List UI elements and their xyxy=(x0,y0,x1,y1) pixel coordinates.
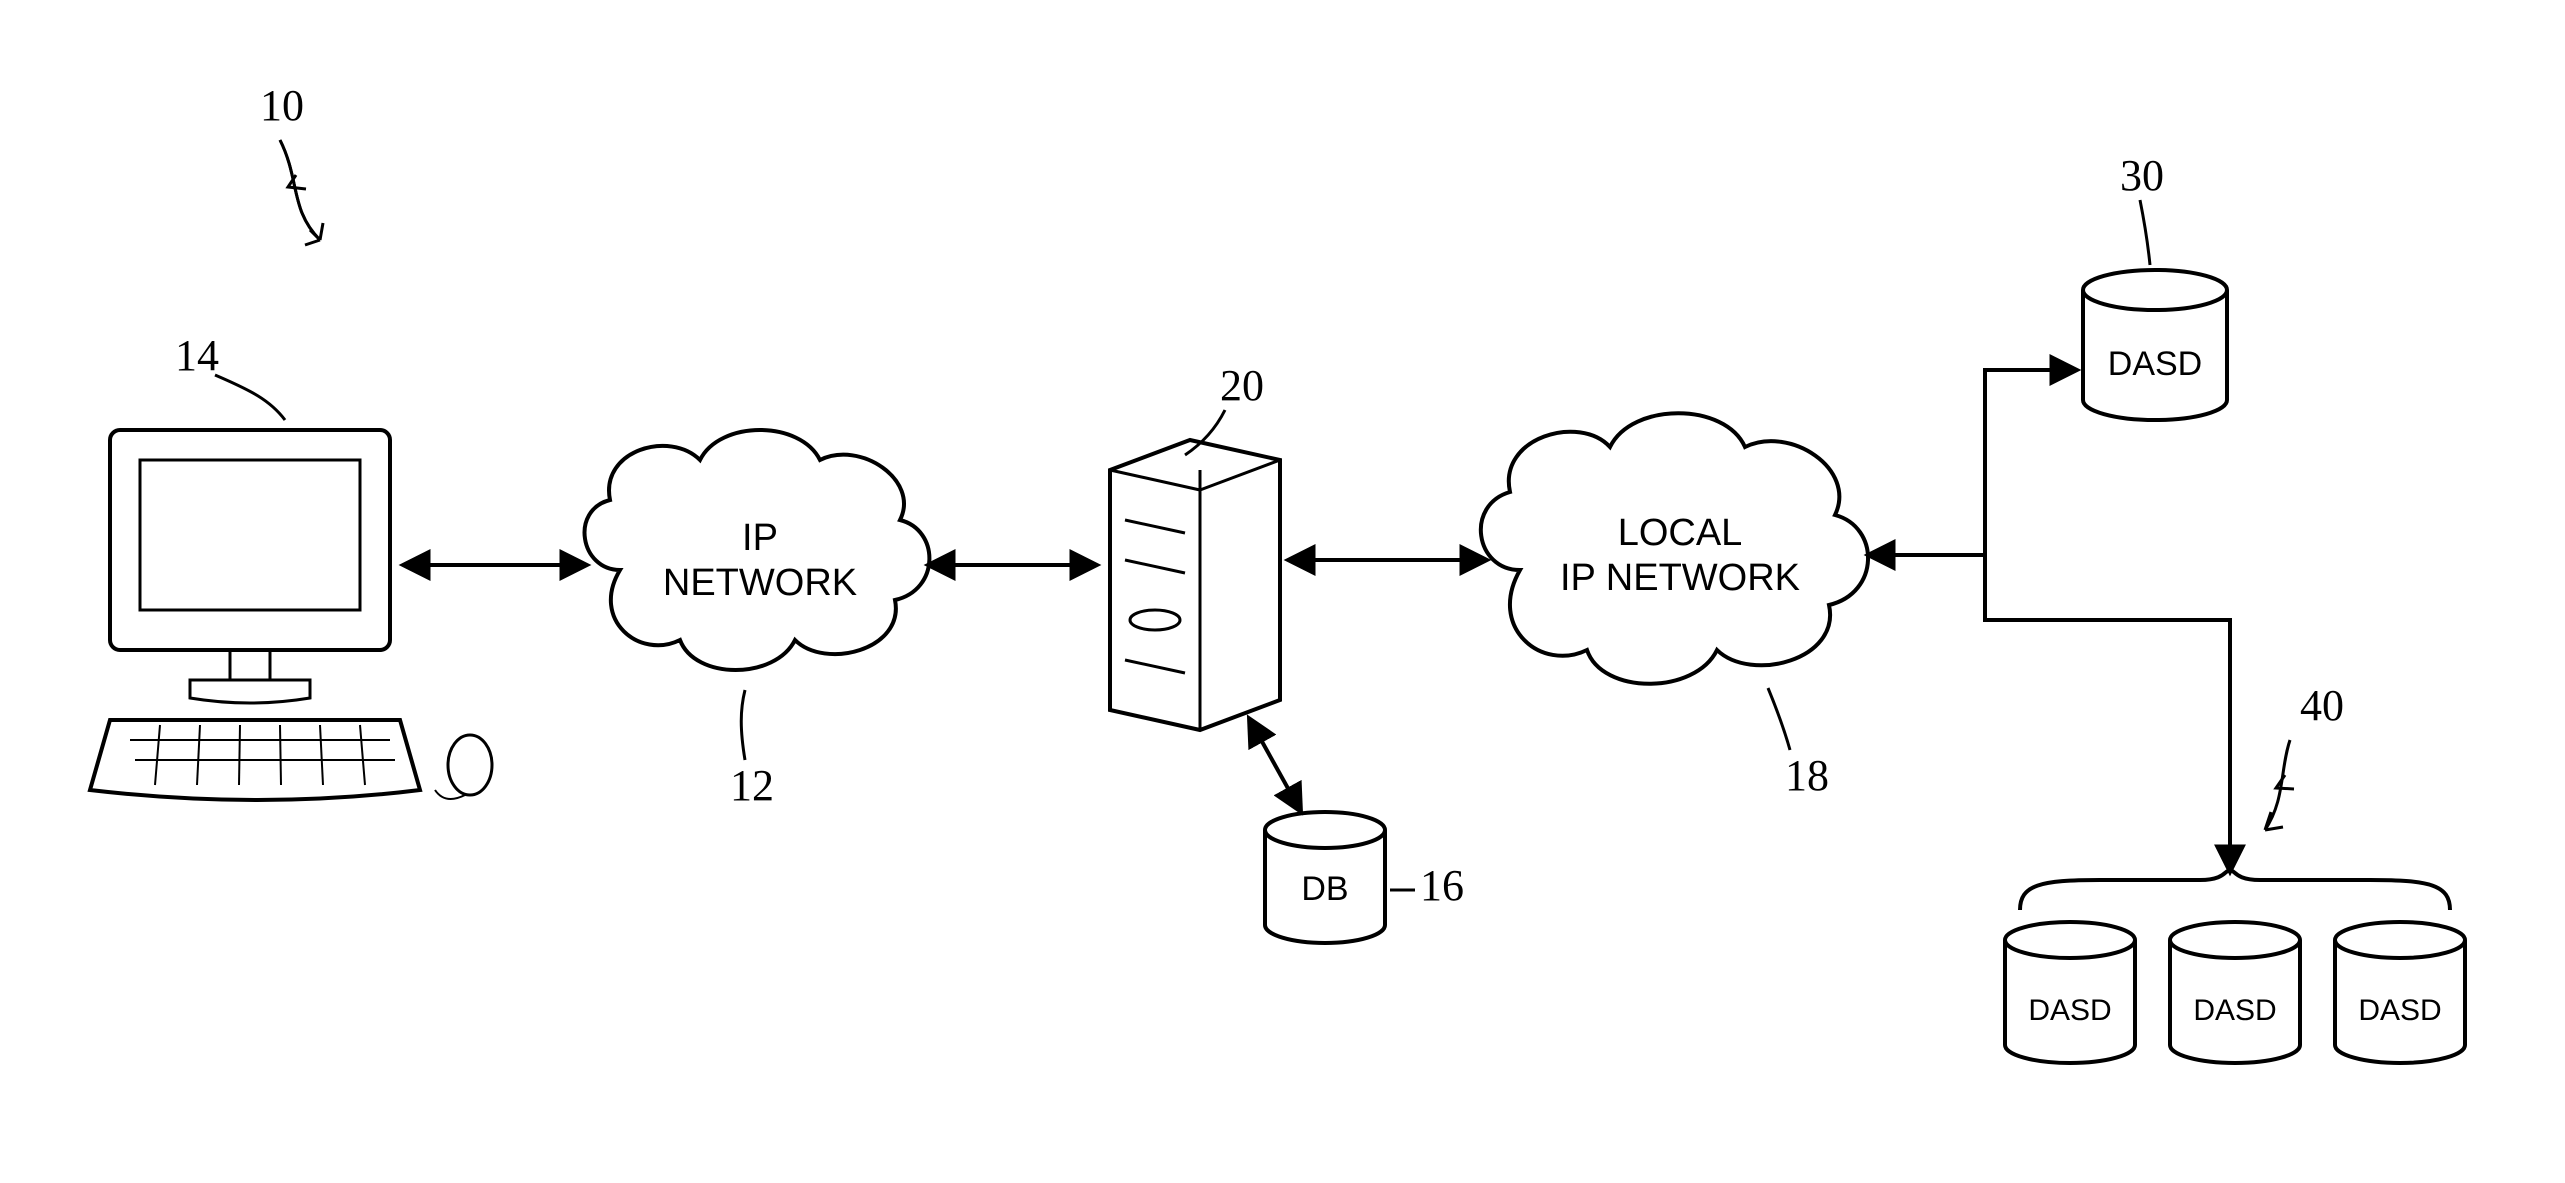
ref-10: 10 xyxy=(260,81,323,245)
dasd-30-label: DASD xyxy=(2108,345,2202,383)
ref-16-label: 16 xyxy=(1420,861,1464,910)
network-diagram: 10 14 IP NETWORK 12 xyxy=(0,0,2565,1183)
edge-server-db xyxy=(1250,720,1300,810)
ref-30-label: 30 xyxy=(2120,151,2164,200)
local-l2: IP NETWORK xyxy=(1560,557,1800,599)
server: 20 xyxy=(1110,361,1280,730)
local-l1: LOCAL xyxy=(1618,512,1743,554)
ref-20-label: 20 xyxy=(1220,361,1264,410)
ip-l1: IP xyxy=(742,517,778,559)
db-label: DB xyxy=(1301,870,1348,908)
db-cylinder: DB 16 xyxy=(1265,812,1464,943)
ref-40-label: 40 xyxy=(2300,681,2344,730)
ref-14-label: 14 xyxy=(175,331,219,380)
dasd-group-brace xyxy=(2020,870,2450,910)
ref-18-label: 18 xyxy=(1785,751,1829,800)
ref-40: 40 xyxy=(2265,681,2344,830)
dasd-40-1-label: DASD xyxy=(2028,994,2111,1027)
dasd-40-2: DASD xyxy=(2170,922,2300,1063)
dasd-40-2-label: DASD xyxy=(2193,994,2276,1027)
ref-10-label: 10 xyxy=(260,81,304,130)
edge-local-dasd30 xyxy=(1985,370,2075,555)
dasd-40-3: DASD xyxy=(2335,922,2465,1063)
edge-local-dasd40 xyxy=(1985,555,2230,870)
dasd-40-1: DASD xyxy=(2005,922,2135,1063)
ref-12-label: 12 xyxy=(730,761,774,810)
dasd-30: 30 DASD xyxy=(2083,151,2227,420)
ip-l2: NETWORK xyxy=(663,562,857,604)
dasd-40-3-label: DASD xyxy=(2358,994,2441,1027)
ip-network-cloud: IP NETWORK 12 xyxy=(585,430,930,810)
local-ip-network-cloud: LOCAL IP NETWORK 18 xyxy=(1481,413,1868,800)
